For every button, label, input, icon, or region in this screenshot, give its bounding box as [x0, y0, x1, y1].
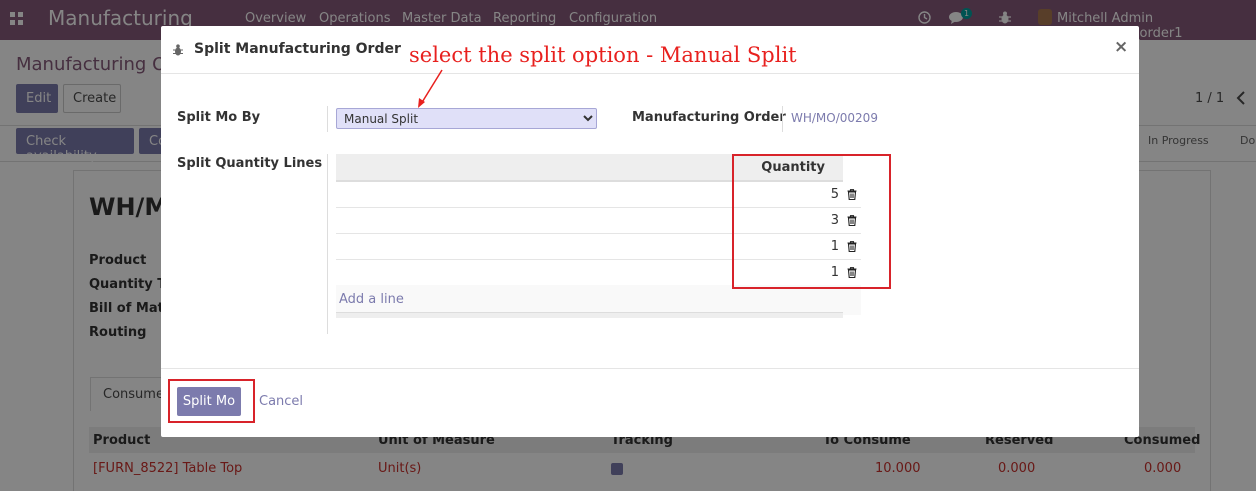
annotation-arrow-icon: [418, 69, 443, 108]
divider: [327, 106, 328, 132]
mo-label: Manufacturing Order: [632, 110, 786, 125]
quantity-highlight-box: [732, 154, 891, 289]
split-mo-dialog: Split Manufacturing Order × Split Mo By …: [161, 26, 1139, 437]
divider: [782, 106, 783, 132]
lines-label: Split Quantity Lines: [177, 156, 323, 171]
annotation-text: select the split option - Manual Split: [409, 43, 797, 67]
split-button-highlight-box: [168, 379, 255, 423]
modal-footer: Split Mo Cancel: [161, 368, 1139, 437]
add-line-row: [336, 285, 861, 315]
mo-reference-link[interactable]: WH/MO/00209: [791, 111, 878, 125]
cancel-button[interactable]: Cancel: [259, 394, 303, 409]
close-icon[interactable]: ×: [1114, 37, 1128, 57]
modal-title: Split Manufacturing Order: [194, 41, 401, 57]
bug-icon: [173, 44, 183, 56]
quantity-table-footer: [336, 312, 843, 318]
add-line-link[interactable]: Add a line: [339, 292, 404, 307]
split-by-select[interactable]: Manual Split: [336, 108, 597, 129]
split-by-label: Split Mo By: [177, 110, 261, 125]
divider: [327, 154, 328, 334]
